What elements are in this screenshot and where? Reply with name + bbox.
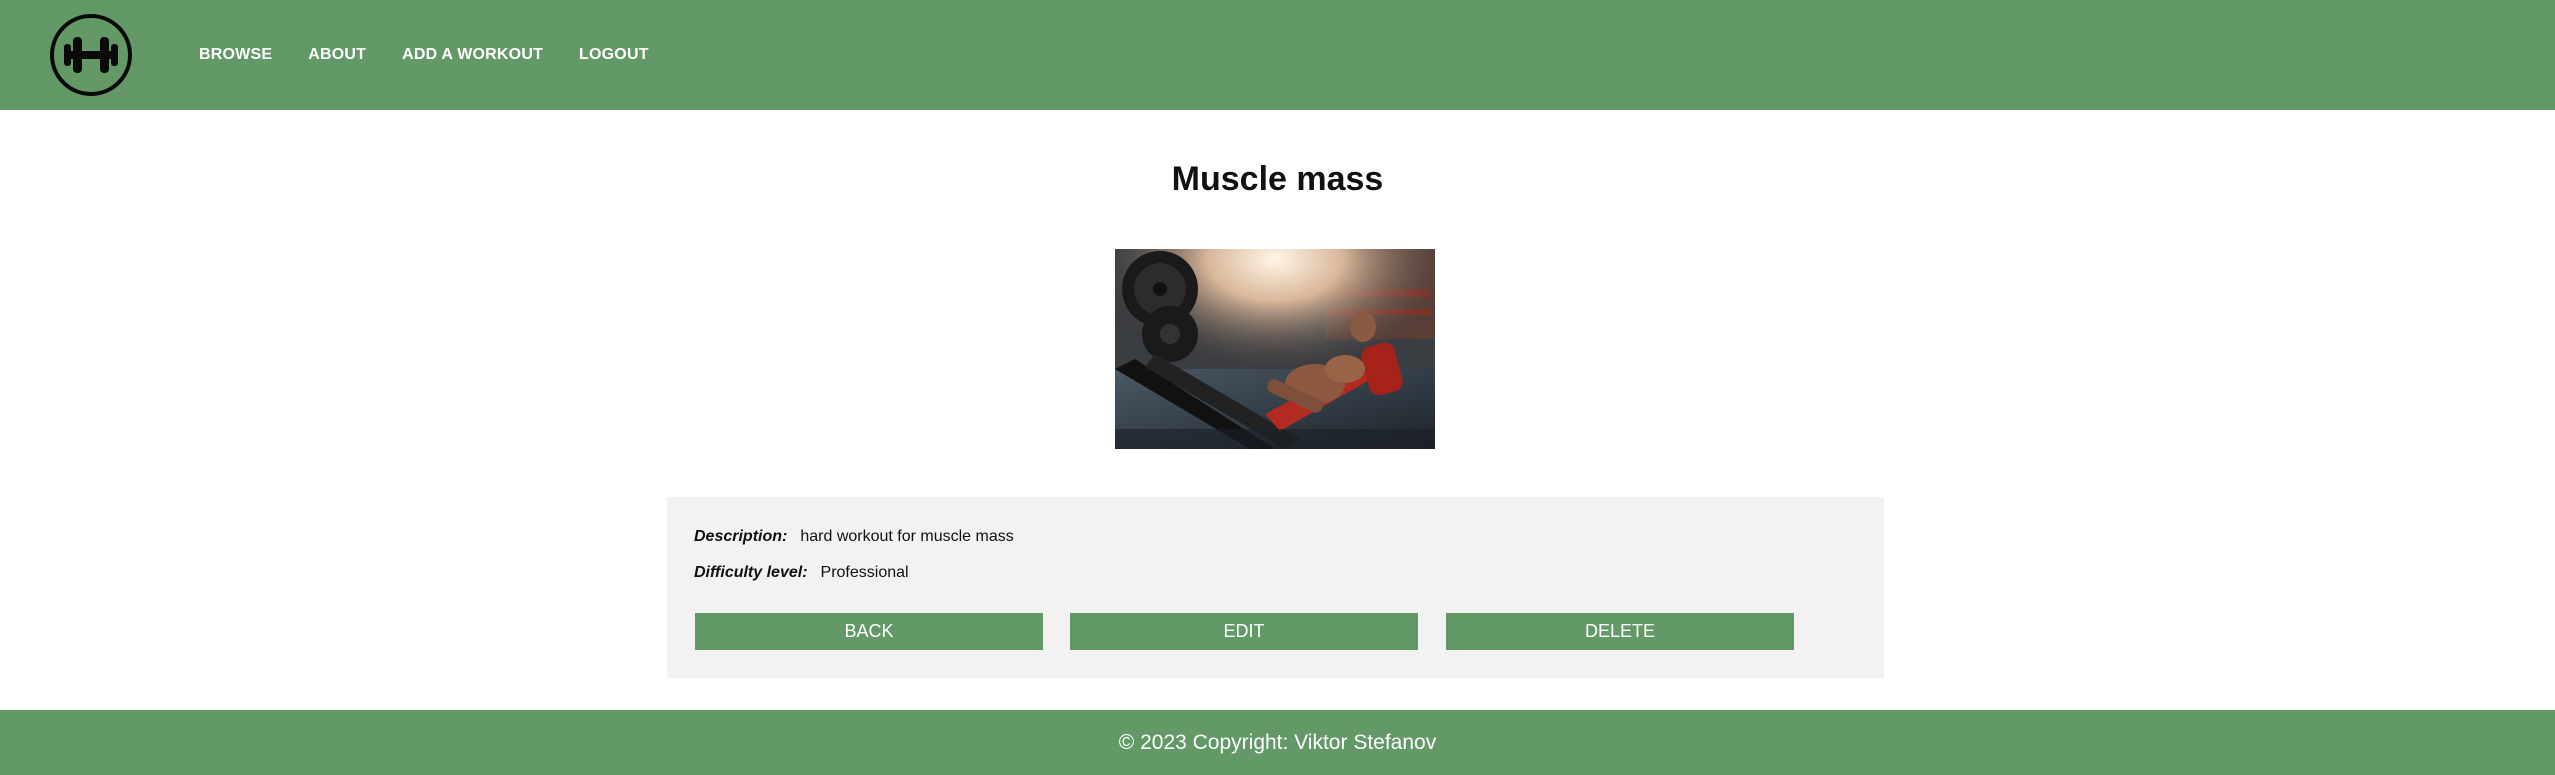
back-button[interactable]: BACK: [695, 613, 1043, 650]
nav-add-workout[interactable]: ADD A WORKOUT: [402, 46, 543, 64]
nav-logout[interactable]: LOGOUT: [579, 46, 649, 64]
description-row: Description: hard workout for muscle mas…: [694, 528, 1014, 546]
difficulty-value: Professional: [820, 564, 909, 581]
dumbbell-icon[interactable]: [49, 13, 133, 97]
delete-button[interactable]: DELETE: [1446, 613, 1794, 650]
description-label: Description:: [694, 528, 788, 545]
edit-button[interactable]: EDIT: [1070, 613, 1418, 650]
top-navbar: BROWSE ABOUT ADD A WORKOUT LOGOUT: [0, 0, 2555, 110]
workout-details-panel: Description: hard workout for muscle mas…: [667, 497, 1884, 678]
copyright-text: © 2023 Copyright: Viktor Stefanov: [1118, 730, 1437, 754]
difficulty-row: Difficulty level: Professional: [694, 564, 909, 582]
description-value: hard workout for muscle mass: [800, 528, 1014, 545]
nav-about[interactable]: ABOUT: [308, 46, 366, 64]
main-nav: BROWSE ABOUT ADD A WORKOUT LOGOUT: [199, 0, 685, 110]
footer: © 2023 Copyright: Viktor Stefanov: [0, 710, 2555, 775]
workout-image: [1115, 249, 1435, 449]
page-title: Muscle mass: [1171, 160, 1384, 198]
nav-browse[interactable]: BROWSE: [199, 46, 272, 64]
difficulty-label: Difficulty level:: [694, 564, 808, 581]
